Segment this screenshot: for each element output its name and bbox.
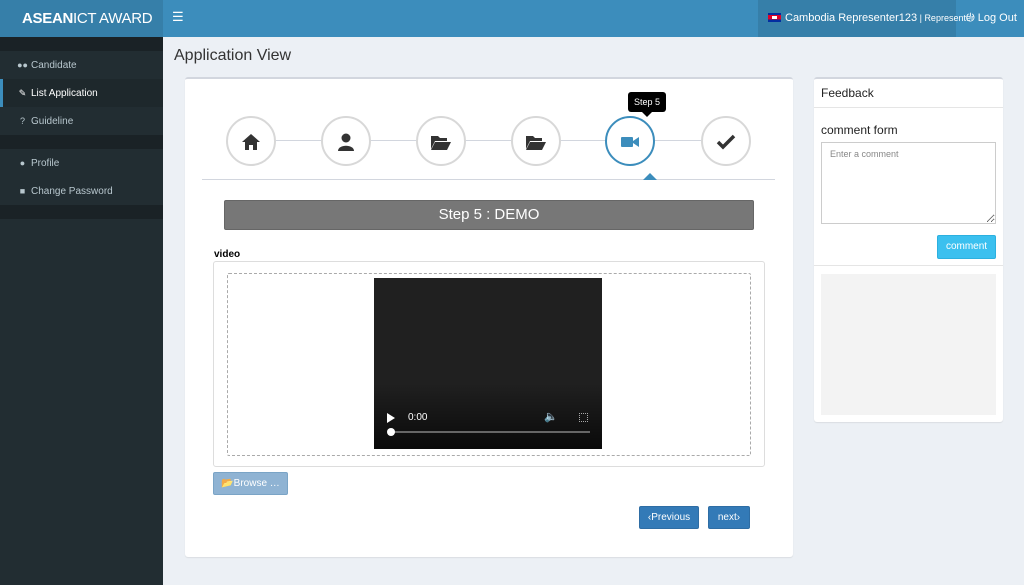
pencil-icon: ✎ xyxy=(18,88,27,98)
comment-form-title: comment form xyxy=(821,123,898,137)
sidebar-item-candidate[interactable]: ●● Candidate xyxy=(0,51,163,79)
video-camera-icon xyxy=(621,137,639,148)
chevron-right-icon: › xyxy=(736,512,741,523)
wizard-step-6[interactable] xyxy=(701,116,751,166)
user-menu[interactable]: Cambodia Representer123 | Representer xyxy=(758,0,974,37)
wizard-step-1[interactable] xyxy=(226,116,276,166)
feedback-title: Feedback xyxy=(821,86,874,100)
question-icon: ? xyxy=(19,116,25,126)
folder-open-icon xyxy=(431,136,451,151)
next-button[interactable]: next› xyxy=(708,506,750,529)
users-icon: ●● xyxy=(17,60,28,70)
power-icon: ⏻ xyxy=(966,12,975,24)
page-title: Application View xyxy=(174,47,292,64)
volume-icon[interactable]: 🔈 xyxy=(544,410,558,423)
browse-button[interactable]: 📂Browse … xyxy=(213,472,288,495)
sidebar-item-change-password[interactable]: ■ Change Password xyxy=(0,177,163,205)
video-player[interactable]: 0:00 🔈 xyxy=(374,278,602,449)
wizard-step-5[interactable] xyxy=(605,116,655,166)
sidebar-divider xyxy=(0,205,163,219)
wizard-step-3[interactable] xyxy=(416,116,466,166)
sidebar-item-label: List Application xyxy=(31,88,98,99)
previous-button[interactable]: ‹Previous xyxy=(639,506,699,529)
sidebar-divider xyxy=(0,135,163,149)
comment-input[interactable] xyxy=(821,142,996,224)
divider xyxy=(814,265,1003,266)
video-label: video xyxy=(214,249,241,260)
folder-open-icon xyxy=(526,136,546,151)
application-box: Step 5 Step 5 : DEMO video 0:00 🔈 📂Brows… xyxy=(185,77,793,557)
user-icon xyxy=(338,133,354,152)
cambodia-flag-icon xyxy=(768,13,781,22)
sidebar-item-label: Candidate xyxy=(31,60,77,71)
user-name: Cambodia Representer123 xyxy=(785,12,918,24)
sidebar-item-list-application[interactable]: ✎ List Application xyxy=(0,79,163,107)
sidebar-item-label: Change Password xyxy=(31,186,113,197)
step-heading: Step 5 : DEMO xyxy=(224,200,754,230)
video-seek-bar[interactable] xyxy=(387,428,590,436)
logout-label: Log Out xyxy=(977,12,1017,24)
sidebar-header xyxy=(0,37,163,51)
play-icon[interactable] xyxy=(387,413,395,423)
lock-icon: ■ xyxy=(19,186,26,196)
top-navbar: ASEANICT AWARD ☰ Cambodia Representer123… xyxy=(0,0,1024,37)
comment-button[interactable]: comment xyxy=(937,235,996,259)
active-step-indicator xyxy=(643,173,657,180)
step-wizard: Step 5 xyxy=(202,79,775,180)
folder-open-icon: 📂 xyxy=(221,478,234,489)
brand-rest: ICT AWARD xyxy=(73,10,153,27)
sidebar-item-profile[interactable]: ● Profile xyxy=(0,149,163,177)
wizard-step-4[interactable] xyxy=(511,116,561,166)
user-icon: ● xyxy=(19,158,26,168)
logout-button[interactable]: ⏻ Log Out xyxy=(966,0,1017,37)
wizard-step-2[interactable] xyxy=(321,116,371,166)
check-icon xyxy=(716,135,736,150)
home-icon xyxy=(242,134,260,151)
sidebar: ●● Candidate ✎ List Application ? Guideline… xyxy=(0,37,163,585)
fullscreen-icon[interactable] xyxy=(579,413,588,422)
feedback-box: Feedback comment form comment xyxy=(814,77,1003,422)
step-tooltip: Step 5 xyxy=(628,92,666,117)
brand-logo[interactable]: ASEANICT AWARD xyxy=(0,0,163,37)
brand-bold: ASEAN xyxy=(22,10,74,27)
bars-icon[interactable]: ☰ xyxy=(172,10,184,24)
sidebar-item-guideline[interactable]: ? Guideline xyxy=(0,107,163,135)
divider xyxy=(814,107,1003,108)
sidebar-item-label: Guideline xyxy=(31,116,74,127)
comment-list xyxy=(821,274,996,415)
next-label: next xyxy=(717,512,737,523)
video-time: 0:00 xyxy=(408,412,428,423)
seek-handle[interactable] xyxy=(387,428,395,436)
sidebar-item-label: Profile xyxy=(31,158,60,169)
video-controls: 0:00 🔈 xyxy=(374,383,602,449)
browse-label: Browse … xyxy=(233,478,280,489)
previous-label: Previous xyxy=(651,512,691,523)
